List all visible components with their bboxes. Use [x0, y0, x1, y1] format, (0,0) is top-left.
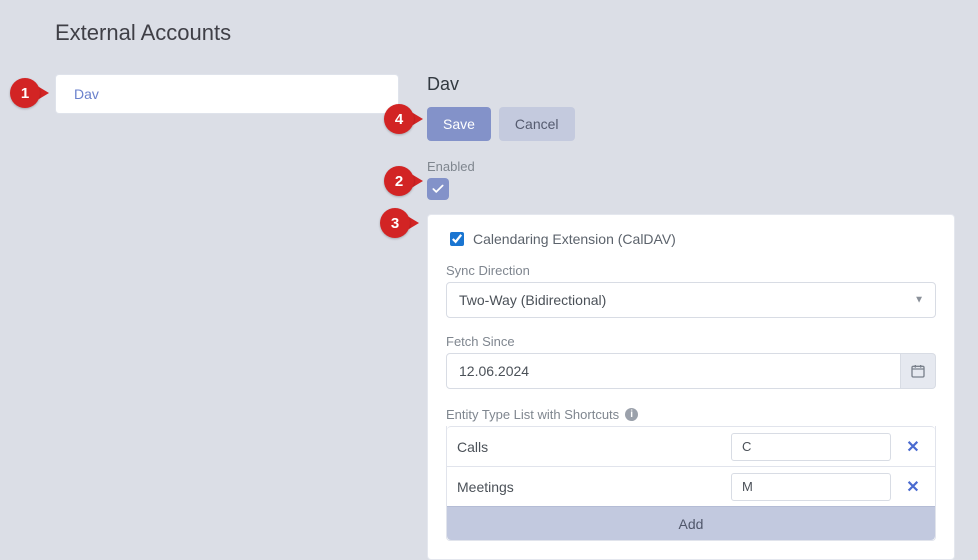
callout-marker: 2 [384, 166, 423, 196]
page-title: External Accounts [55, 20, 231, 46]
caldav-checkbox[interactable] [450, 232, 464, 246]
entity-shortcut-input[interactable] [731, 473, 891, 501]
caldav-card: Calendaring Extension (CalDAV) Sync Dire… [427, 214, 955, 560]
callout-marker: 3 [380, 208, 419, 238]
entity-row: Calls ✕ [447, 426, 935, 466]
entity-name: Calls [457, 439, 721, 455]
info-icon: i [625, 408, 638, 421]
callout-marker: 4 [384, 104, 423, 134]
enabled-label: Enabled [427, 159, 955, 174]
entity-row: Meetings ✕ [447, 466, 935, 506]
date-picker-button[interactable] [901, 353, 936, 389]
calendar-icon [910, 363, 926, 379]
entity-name: Meetings [457, 479, 721, 495]
save-button[interactable]: Save [427, 107, 491, 141]
fetch-since-input[interactable] [446, 353, 901, 389]
detail-heading: Dav [427, 74, 955, 95]
entity-shortcut-input[interactable] [731, 433, 891, 461]
enabled-checkbox[interactable] [427, 178, 449, 200]
remove-row-button[interactable]: ✕ [901, 477, 925, 497]
entity-type-list: Calls ✕ Meetings ✕ Add [446, 426, 936, 541]
cancel-button[interactable]: Cancel [499, 107, 575, 141]
fetch-since-label: Fetch Since [446, 334, 936, 349]
sidebar-item-label: Dav [74, 86, 99, 102]
sidebar-item-dav[interactable]: Dav [55, 74, 399, 114]
remove-row-button[interactable]: ✕ [901, 437, 925, 457]
caldav-title: Calendaring Extension (CalDAV) [473, 231, 676, 247]
callout-marker: 1 [10, 78, 49, 108]
sync-direction-select[interactable] [446, 282, 936, 318]
entity-add-button[interactable]: Add [447, 506, 935, 540]
sync-direction-label: Sync Direction [446, 263, 936, 278]
entity-list-label: Entity Type List with Shortcuts i [446, 407, 936, 422]
